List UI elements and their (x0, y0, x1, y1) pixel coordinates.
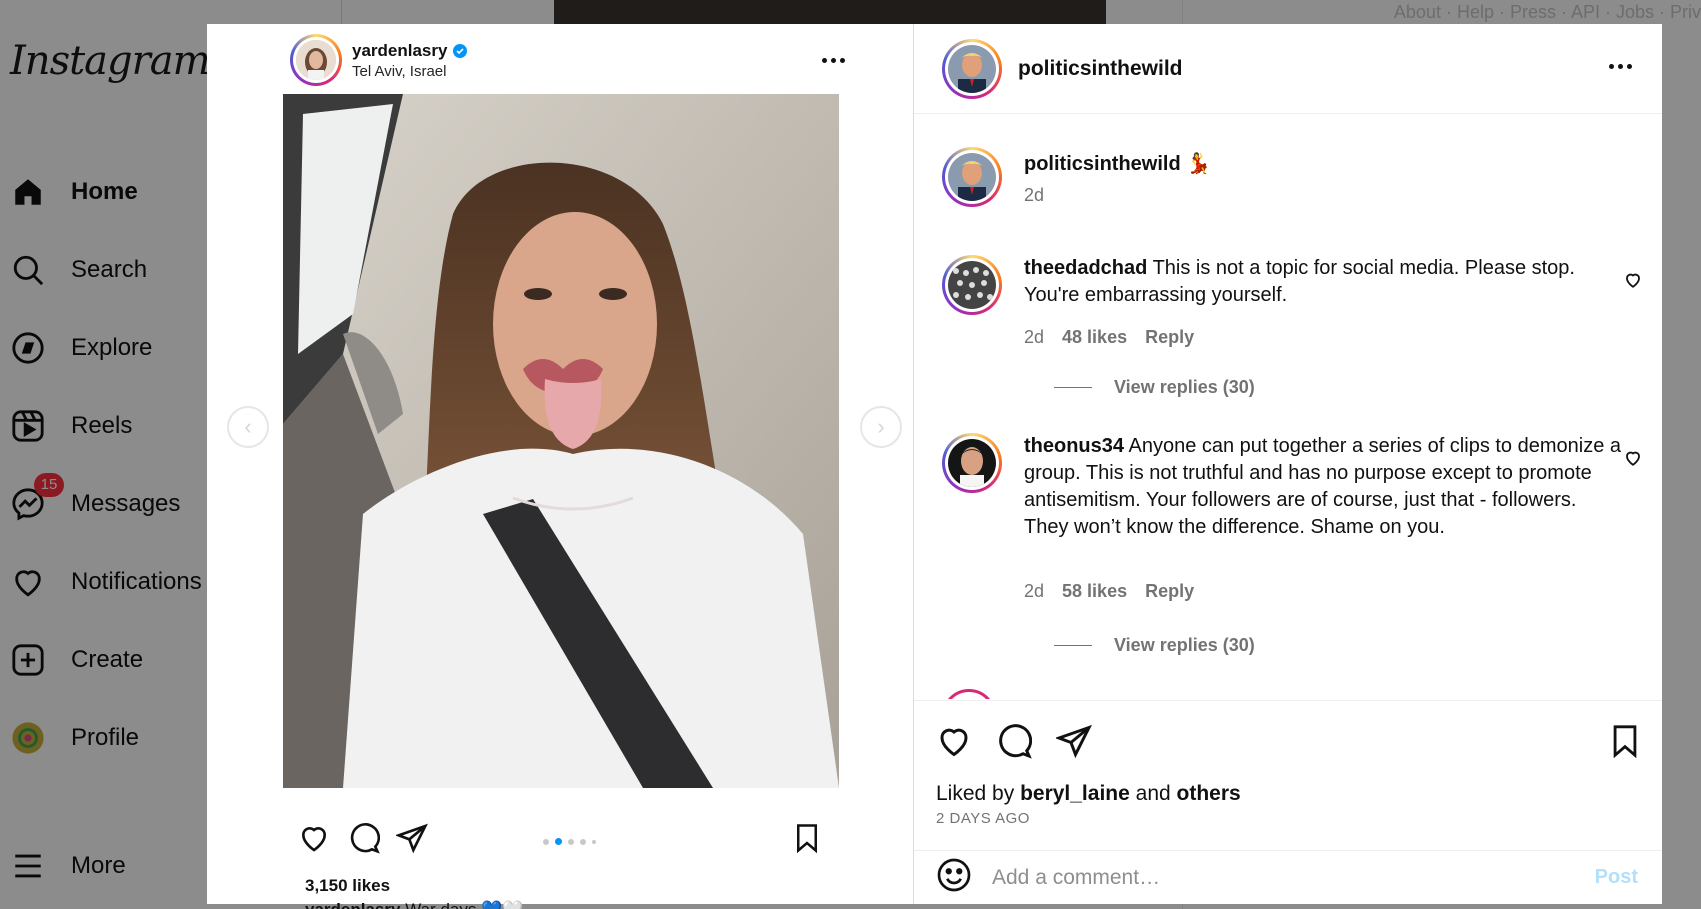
view-replies-button[interactable]: View replies (30) (1054, 377, 1255, 398)
chevron-right-icon: › (877, 414, 885, 439)
add-comment-bar: Add a comment… Post (914, 850, 1662, 904)
header-username[interactable]: politicsinthewild (1018, 57, 1183, 81)
carousel-indicator (543, 838, 596, 845)
panel-action-bar (914, 700, 1662, 850)
replies-divider (1054, 645, 1092, 646)
save-icon[interactable] (1608, 723, 1642, 764)
comment-likes[interactable]: 48 likes (1062, 327, 1127, 348)
post-avatar-ring[interactable] (290, 34, 342, 86)
next-comment-avatar-peek (942, 689, 996, 699)
comments-list[interactable]: politicsinthewild 💃 2d theedadchad This … (914, 115, 1662, 699)
verified-badge-icon (453, 43, 468, 58)
post-caption: yardenlasry War days 💙🤍 (305, 900, 523, 909)
comment-meta: 2d 58 likes Reply (1024, 581, 1194, 602)
comment-icon[interactable] (996, 723, 1033, 764)
owner-avatar (948, 153, 996, 201)
comment-likes[interactable]: 58 likes (1062, 581, 1127, 602)
comment-input[interactable]: Add a comment… (992, 866, 1595, 890)
reply-button[interactable]: Reply (1145, 327, 1194, 348)
liked-by-and: and (1135, 782, 1171, 805)
comment-row: theedadchad This is not a topic for soci… (942, 255, 1642, 425)
panel-header: politicsinthewild (914, 24, 1662, 114)
header-avatar (948, 44, 996, 93)
reply-button[interactable]: Reply (1145, 581, 1194, 602)
post-avatar (296, 40, 336, 80)
post-location[interactable]: Tel Aviv, Israel (352, 63, 467, 80)
comment-icon[interactable] (348, 822, 381, 859)
post-username[interactable]: yardenlasry (352, 41, 447, 61)
caption-username[interactable]: yardenlasry (305, 900, 400, 909)
carousel-next-button[interactable]: › (860, 406, 902, 448)
share-icon[interactable] (394, 822, 428, 859)
comment-avatar-ring[interactable] (942, 433, 1002, 493)
owner-meta: 2d (1024, 185, 1044, 206)
post-timestamp[interactable]: 2 DAYS AGO (936, 810, 1030, 827)
post-modal: yardenlasry Tel Aviv, Israel ‹ › 3,150 l… (207, 24, 1662, 909)
comment-username[interactable]: theonus34 (1024, 435, 1124, 457)
carousel-dot (568, 838, 574, 845)
liked-by-prefix: Liked by (936, 782, 1015, 805)
liked-by-user[interactable]: beryl_laine (1020, 782, 1130, 805)
comment-avatar (948, 261, 996, 309)
header-avatar-ring[interactable] (942, 38, 1002, 99)
share-icon[interactable] (1054, 723, 1092, 764)
save-icon[interactable] (792, 822, 822, 859)
comment-time[interactable]: 2d (1024, 327, 1044, 348)
comment-like-icon[interactable] (1624, 449, 1642, 472)
comment-row: theonus34 Anyone can put together a seri… (942, 433, 1642, 663)
panel-more-options-icon[interactable] (1609, 64, 1632, 69)
embedded-post: yardenlasry Tel Aviv, Israel ‹ › 3,150 l… (207, 24, 914, 909)
post-header: yardenlasry Tel Aviv, Israel (290, 34, 845, 86)
liked-by-others[interactable]: others (1177, 782, 1241, 805)
post-likes-count[interactable]: 3,150 likes (305, 876, 390, 896)
comment-avatar-ring[interactable] (942, 255, 1002, 315)
carousel-prev-button[interactable]: ‹ (227, 406, 269, 448)
dancer-emoji: 💃 (1186, 153, 1212, 175)
comment-meta: 2d 48 likes Reply (1024, 327, 1194, 348)
carousel-dot-active (555, 838, 562, 845)
replies-divider (1054, 387, 1092, 388)
post-photo[interactable] (283, 94, 839, 788)
comment-avatar (948, 439, 996, 487)
view-replies-button[interactable]: View replies (30) (1054, 635, 1255, 656)
owner-time[interactable]: 2d (1024, 185, 1044, 206)
owner-avatar-ring[interactable] (942, 147, 1002, 207)
caption-text: War days 💙🤍 (405, 900, 523, 909)
post-more-options-icon[interactable] (822, 58, 845, 63)
chevron-left-icon: ‹ (244, 414, 252, 439)
emoji-icon[interactable] (936, 857, 972, 898)
comments-panel: politicsinthewild politicsinthewild 💃 2d (914, 24, 1662, 904)
liked-by-line: Liked by beryl_laine and others (936, 782, 1241, 806)
carousel-dot (543, 838, 549, 845)
carousel-dot (580, 838, 586, 845)
owner-caption-row: politicsinthewild 💃 2d (942, 147, 1642, 217)
view-replies-label: View replies (30) (1114, 635, 1255, 655)
comment-time[interactable]: 2d (1024, 581, 1044, 602)
carousel-dot (592, 839, 596, 844)
like-icon[interactable] (936, 723, 972, 764)
comment-like-icon[interactable] (1624, 271, 1642, 294)
comment-username[interactable]: theedadchad (1024, 257, 1147, 279)
like-icon[interactable] (298, 822, 330, 859)
post-comment-button[interactable]: Post (1595, 866, 1638, 889)
view-replies-label: View replies (30) (1114, 377, 1255, 397)
owner-username[interactable]: politicsinthewild (1024, 153, 1181, 175)
